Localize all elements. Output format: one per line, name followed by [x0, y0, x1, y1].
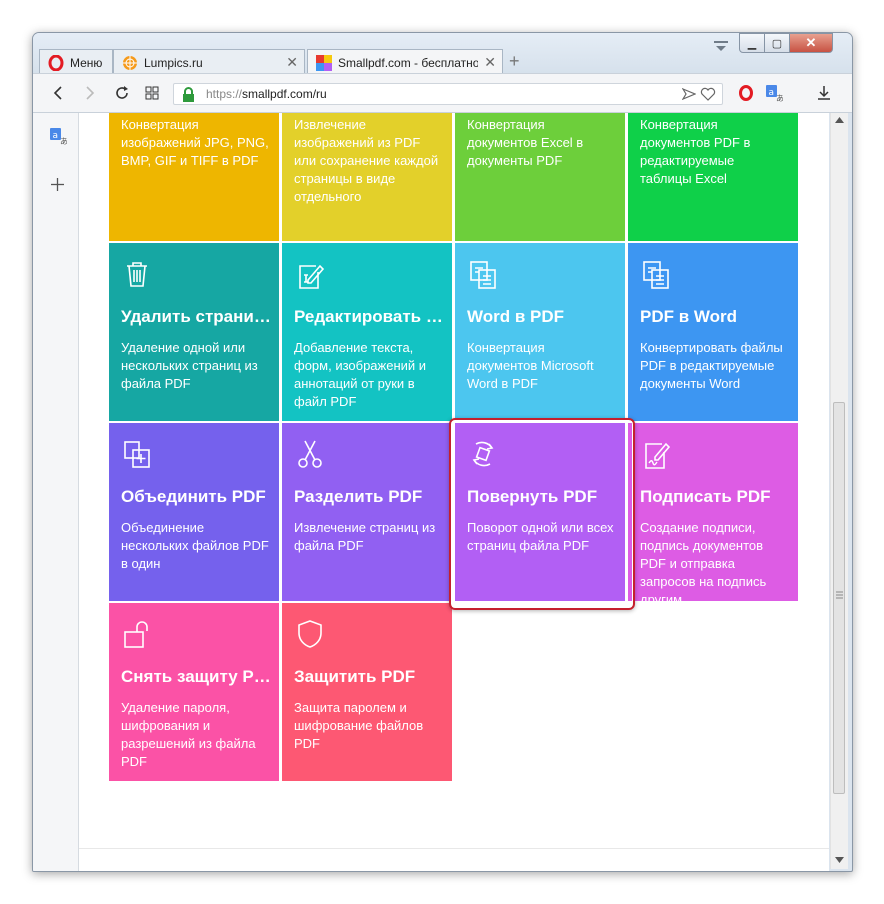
tool-tile-unlock-pdf[interactable]: Снять защиту PDF Удаление пароля, шифров… [109, 603, 279, 781]
tab-menu-icon[interactable] [712, 39, 730, 53]
tab-lumpics[interactable]: Lumpics.ru ✕ [113, 49, 305, 75]
maximize-button[interactable]: ▢ [764, 33, 790, 53]
tile-title: Подписать PDF [640, 487, 771, 506]
tile-title: Объединить PDF [121, 487, 266, 506]
speed-dial-grid-icon[interactable] [141, 82, 163, 104]
tile-description: Конвертация изображений JPG, PNG, BMP, G… [121, 117, 269, 168]
reload-icon[interactable] [111, 82, 133, 104]
scissors-icon [298, 440, 322, 468]
tile-title: Защитить PDF [294, 667, 416, 686]
back-icon[interactable] [47, 82, 69, 104]
close-tab-icon[interactable]: ✕ [484, 54, 496, 71]
tab-label: Lumpics.ru [144, 55, 203, 70]
heart-bookmark-icon[interactable] [700, 87, 716, 101]
shield-icon [298, 620, 322, 648]
svg-text:あ: あ [60, 137, 67, 145]
tool-tile-edit-pdf[interactable]: Редактировать PDF Добавление текста, фор… [282, 243, 452, 421]
tile-description: Защита паролем и шифрование файлов PDF [294, 700, 424, 751]
tool-tile-pdf-to-jpg[interactable]: Извлечение изображений из PDF или сохран… [282, 113, 452, 241]
tab-menu[interactable]: Меню [39, 49, 113, 75]
forward-icon[interactable] [79, 82, 101, 104]
svg-text:あ: あ [776, 94, 783, 102]
unlock-icon [124, 621, 148, 648]
tool-tile-delete-pages[interactable]: Удалить страницы Удаление одной или неск… [109, 243, 279, 421]
svg-text:a: a [769, 88, 775, 98]
tile-description: Удаление пароля, шифрования и разрешений… [121, 700, 256, 769]
tile-description: Извлечение страниц из файла PDF [294, 520, 436, 553]
smallpdf-favicon-icon [316, 54, 332, 71]
translate-panel-icon[interactable]: aあ [49, 127, 67, 145]
opera-logo-icon [48, 54, 64, 71]
tool-tile-split-pdf[interactable]: Разделить PDF Извлечение страниц из файл… [282, 423, 452, 601]
title-bar: Меню Lumpics.ru ✕ Smallpdf.com - бесплат… [33, 33, 852, 75]
lumpics-favicon-icon [123, 55, 137, 70]
tool-tile-merge-pdf[interactable]: Объединить PDF Объединение нескольких фа… [109, 423, 279, 601]
minimize-button[interactable]: ▁ [739, 33, 765, 53]
tab-smallpdf[interactable]: Smallpdf.com - бесплатно ✕ [307, 49, 503, 75]
send-icon[interactable] [682, 88, 696, 100]
tile-description: Извлечение изображений из PDF или сохран… [294, 117, 439, 204]
tile-description: Поворот одной или всех страниц файла PDF [467, 520, 614, 553]
tile-description: Удаление одной или нескольких страниц из… [121, 340, 258, 391]
tool-tile-word-to-pdf[interactable]: Word в PDF Конвертация документов Micros… [455, 243, 625, 421]
merge-icon [124, 441, 150, 468]
tile-description: Конвертация документов PDF в редактируем… [640, 117, 751, 186]
document-stack-icon [470, 261, 496, 289]
tile-title: Разделить PDF [294, 487, 423, 506]
close-window-button[interactable]: ✕ [789, 33, 833, 53]
tile-description: Конвертировать файлы PDF в редактируемые… [640, 340, 783, 391]
thumb-grip-icon [836, 591, 843, 599]
tile-title: Редактировать PDF [294, 307, 444, 326]
tile-title: PDF в Word [640, 307, 738, 326]
tile-description: Конвертация документов Microsoft Word в … [467, 340, 594, 391]
tool-tile-pdf-to-word[interactable]: PDF в Word Конвертировать файлы PDF в ре… [628, 243, 798, 421]
vertical-scrollbar[interactable] [830, 113, 848, 869]
tile-description: Создание подписи, подпись документов PDF… [640, 520, 767, 601]
new-tab-plus-icon[interactable]: + [509, 51, 520, 72]
trash-icon [127, 262, 147, 287]
download-icon[interactable] [813, 82, 835, 104]
edit-document-icon [299, 264, 325, 289]
tool-tile-jpg-to-pdf[interactable]: Конвертация изображений JPG, PNG, BMP, G… [109, 113, 279, 241]
browser-sidebar: aあ [33, 113, 79, 871]
signature-icon [645, 442, 671, 469]
tile-description: Добавление текста, форм, изображений и а… [294, 340, 427, 409]
tile-title: Word в PDF [467, 307, 565, 326]
page-content: Конвертация изображений JPG, PNG, BMP, G… [79, 113, 829, 871]
page-divider [79, 848, 829, 849]
close-tab-icon[interactable]: ✕ [286, 54, 298, 71]
scrollbar-thumb[interactable] [833, 402, 845, 794]
rotate-icon [472, 441, 494, 467]
tile-title: Удалить страницы [121, 307, 271, 326]
tab-label: Меню [70, 55, 103, 70]
tab-label: Smallpdf.com - бесплатно [338, 55, 478, 70]
url-scheme: https:// [206, 87, 243, 101]
scroll-up-arrow-icon[interactable] [835, 117, 844, 123]
translate-extension-icon[interactable]: aあ [763, 82, 785, 104]
browser-window: Меню Lumpics.ru ✕ Smallpdf.com - бесплат… [32, 32, 853, 872]
navigation-toolbar: https://smallpdf.com/ru aあ [33, 73, 852, 113]
add-sidebar-panel-icon[interactable] [51, 178, 64, 191]
url-host: smallpdf.com/ru [242, 87, 327, 101]
tile-title: Повернуть PDF [467, 487, 598, 506]
svg-text:a: a [53, 131, 59, 141]
tile-description: Объединение нескольких файлов PDF в один [121, 520, 269, 571]
tool-tile-rotate-pdf[interactable]: Повернуть PDF Поворот одной или всех стр… [455, 423, 625, 601]
tool-tile-sign-pdf[interactable]: Подписать PDF Создание подписи, подпись … [628, 423, 798, 601]
document-stack-icon [643, 261, 669, 289]
url-text: https://smallpdf.com/ru [206, 87, 327, 101]
tile-title: Снять защиту PDF [121, 667, 271, 686]
tool-tile-excel-to-pdf[interactable]: Конвертация документов Excel в документы… [455, 113, 625, 241]
tool-tile-pdf-to-excel[interactable]: Конвертация документов PDF в редактируем… [628, 113, 798, 241]
scroll-down-arrow-icon[interactable] [835, 857, 844, 863]
opera-vpn-icon[interactable] [735, 82, 757, 104]
tile-description: Конвертация документов Excel в документы… [467, 117, 584, 168]
lock-icon [183, 87, 194, 102]
address-bar[interactable]: https://smallpdf.com/ru [173, 83, 723, 105]
tool-tile-protect-pdf[interactable]: Защитить PDF Защита паролем и шифрование… [282, 603, 452, 781]
